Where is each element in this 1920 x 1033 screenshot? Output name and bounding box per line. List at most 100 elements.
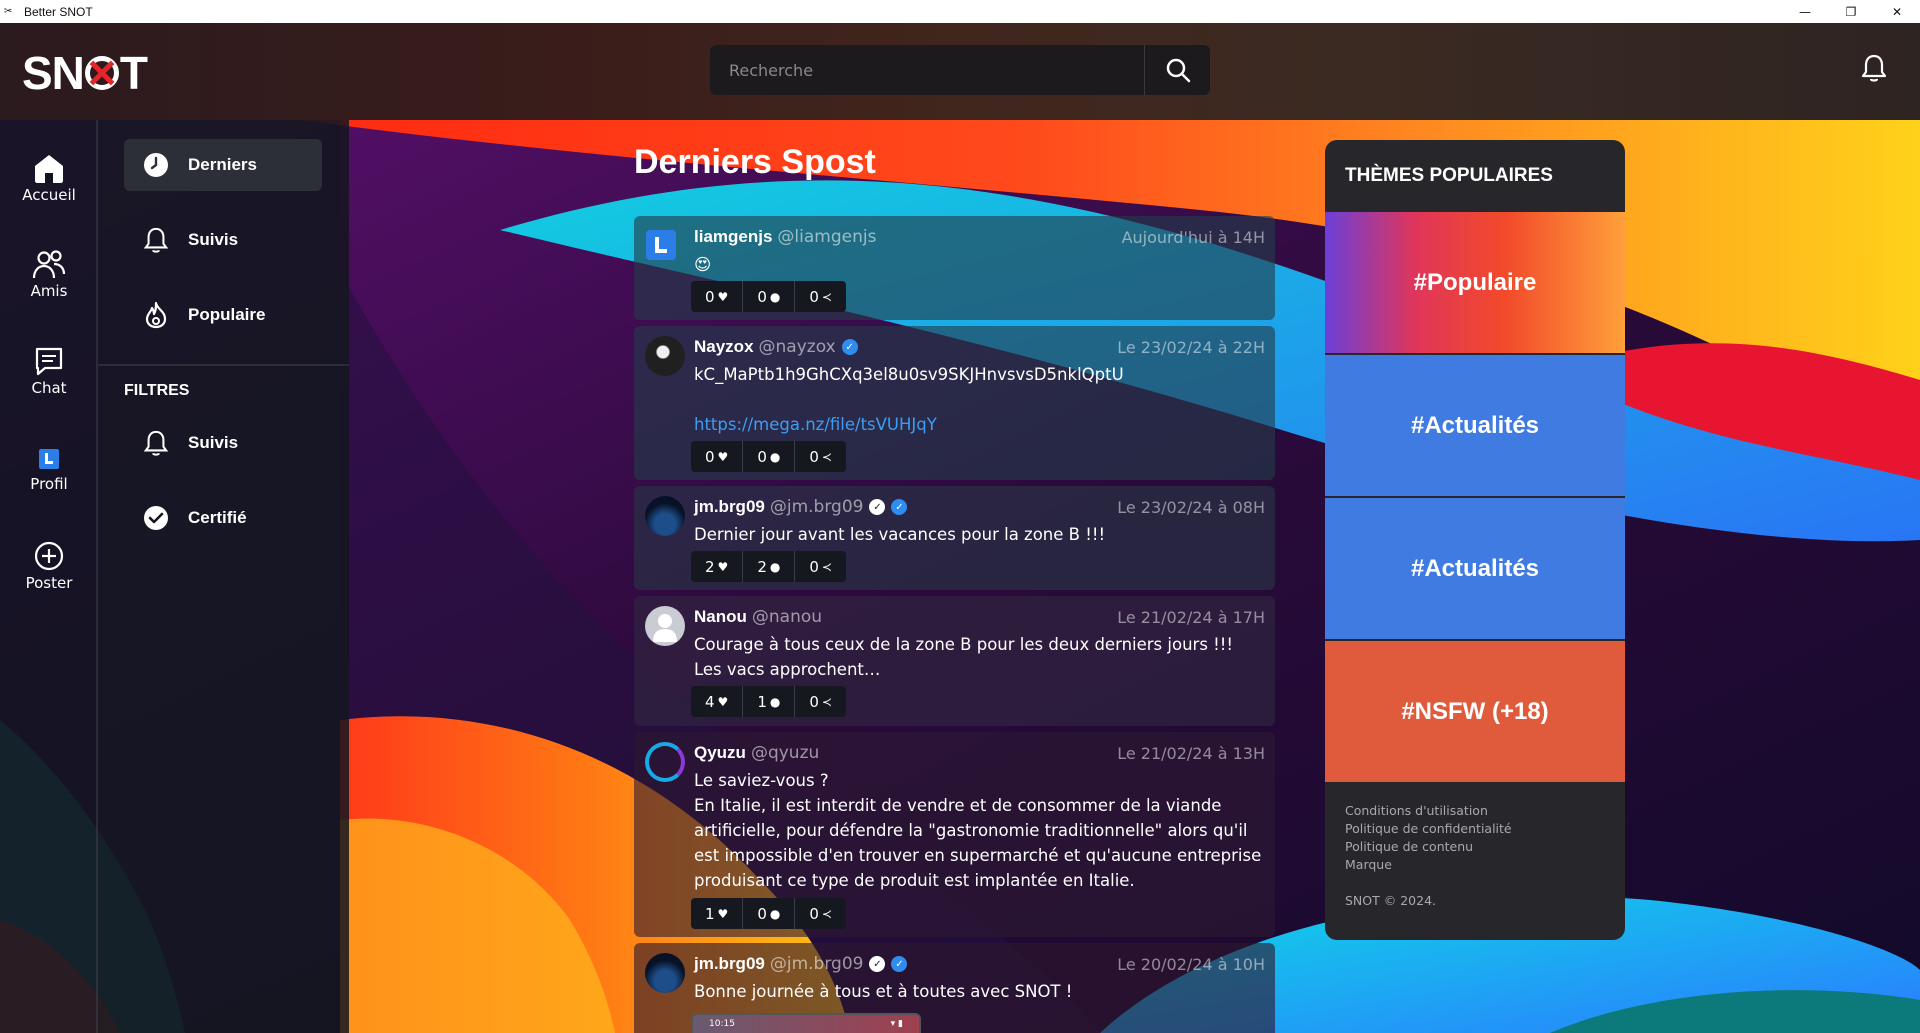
nav-item-amis[interactable]: Amis — [0, 248, 98, 300]
comment-button[interactable]: 0 ● — [743, 898, 796, 929]
search-button[interactable] — [1144, 45, 1210, 95]
post-author-name[interactable]: Nayzox — [694, 337, 754, 357]
image-status-time: 10:15 — [709, 1019, 735, 1029]
terms-link[interactable]: Conditions d'utilisation — [1345, 802, 1605, 820]
popular-themes-panel: THÈMES POPULAIRES #Populaire #Actualités… — [1325, 140, 1625, 940]
search-input[interactable] — [710, 45, 1144, 95]
logo-o-mark — [84, 56, 119, 90]
nav-label: Poster — [25, 574, 73, 592]
share-button[interactable]: 0 ≺ — [795, 686, 846, 717]
filter-item-suivis[interactable]: Suivis — [124, 417, 322, 469]
post-author-handle[interactable]: @qyuzu — [751, 743, 819, 763]
post-author-name[interactable]: jm.brg09 — [694, 954, 765, 974]
window-title: Better SNOT — [24, 4, 93, 19]
comment-button[interactable]: 0 ● — [743, 441, 796, 472]
like-count: 1 — [705, 904, 715, 923]
friends-icon — [32, 250, 66, 279]
avatar[interactable] — [645, 742, 685, 782]
nav-label: Chat — [31, 379, 67, 397]
post-date: Le 23/02/24 à 22H — [1117, 337, 1265, 357]
profile-icon — [39, 449, 59, 469]
post-actions: 2 ♥ 2 ● 0 ≺ — [691, 551, 846, 582]
nav-item-profil[interactable]: Profil — [0, 443, 98, 493]
post-body: kC_MaPtb1h9GhCXq3el8u0sv9SKJHnvsvsD5nklQ… — [694, 362, 1265, 437]
share-button[interactable]: 0 ≺ — [795, 281, 846, 312]
post-author-name[interactable]: liamgenjs — [694, 227, 772, 247]
copyright: SNOT © 2024. — [1345, 893, 1436, 908]
restore-button[interactable]: ❐ — [1828, 0, 1874, 23]
post-header: Qyuzu @qyuzu Le 21/02/24 à 13H — [694, 743, 1265, 763]
post-card[interactable]: Nayzox @nayzox ✓ Le 23/02/24 à 22H kC_Ma… — [634, 326, 1275, 480]
avatar[interactable] — [645, 496, 685, 536]
theme-tile-populaire[interactable]: #Populaire — [1325, 212, 1625, 355]
post-author-handle[interactable]: @nayzox — [759, 337, 836, 357]
post-header: liamgenjs @liamgenjs Aujourd'hui à 14H — [694, 227, 1265, 247]
footer-links: Conditions d'utilisation Politique de co… — [1325, 784, 1625, 928]
heart-icon: ♥ — [717, 694, 729, 709]
like-button[interactable]: 4 ♥ — [691, 686, 744, 717]
content-policy-link[interactable]: Politique de contenu — [1345, 838, 1605, 856]
comment-button[interactable]: 0 ● — [743, 281, 796, 312]
share-button[interactable]: 0 ≺ — [795, 441, 846, 472]
snot-logo[interactable]: SN T — [22, 46, 148, 100]
side-item-populaire[interactable]: Populaire — [124, 289, 322, 341]
avatar[interactable] — [645, 606, 685, 646]
verified-badge-icon: ✓ — [891, 956, 908, 972]
like-button[interactable]: 2 ♥ — [691, 551, 744, 582]
home-icon — [35, 155, 63, 183]
like-button[interactable]: 1 ♥ — [691, 898, 744, 929]
post-image[interactable]: 10:15 ▾ ▮ — [691, 1013, 921, 1033]
close-button[interactable]: ✕ — [1874, 0, 1920, 23]
like-button[interactable]: 0 ♥ — [691, 441, 744, 472]
post-card[interactable]: liamgenjs @liamgenjs Aujourd'hui à 14H 😍… — [634, 216, 1275, 320]
post-author-handle[interactable]: @liamgenjs — [777, 227, 876, 247]
privacy-link[interactable]: Politique de confidentialité — [1345, 820, 1605, 838]
heart-icon: ♥ — [717, 559, 729, 574]
like-count: 2 — [705, 557, 715, 576]
like-button[interactable]: 0 ♥ — [691, 281, 744, 312]
side-item-derniers[interactable]: Derniers — [124, 139, 322, 191]
theme-tile-actualites-2[interactable]: #Actualités — [1325, 498, 1625, 641]
post-author-name[interactable]: jm.brg09 — [694, 497, 765, 517]
post-card[interactable]: jm.brg09 @jm.brg09 ✓ ✓ Le 23/02/24 à 08H… — [634, 486, 1275, 590]
themes-title: THÈMES POPULAIRES — [1345, 165, 1553, 186]
post-link[interactable]: https://mega.nz/file/tsVUHJqY — [694, 412, 1265, 437]
post-card[interactable]: jm.brg09 @jm.brg09 ✓ ✓ Le 20/02/24 à 10H… — [634, 943, 1275, 1033]
post-author-name[interactable]: Nanou — [694, 607, 747, 627]
share-count: 0 — [809, 557, 819, 576]
theme-tile-actualites[interactable]: #Actualités — [1325, 355, 1625, 498]
avatar[interactable] — [646, 230, 676, 260]
post-author-handle[interactable]: @nanou — [752, 607, 822, 627]
comment-button[interactable]: 2 ● — [743, 551, 796, 582]
post-card[interactable]: Qyuzu @qyuzu Le 21/02/24 à 13H Le saviez… — [634, 732, 1275, 937]
share-button[interactable]: 0 ≺ — [795, 898, 846, 929]
post-author-handle[interactable]: @jm.brg09 — [770, 954, 864, 974]
brand-link[interactable]: Marque — [1345, 856, 1605, 874]
nav-item-poster[interactable]: Poster — [0, 540, 98, 592]
theme-tile-nsfw[interactable]: #NSFW (+18) — [1325, 641, 1625, 784]
share-icon: ≺ — [821, 559, 832, 574]
filter-item-label: Suivis — [188, 433, 239, 452]
post-author-name[interactable]: Qyuzu — [694, 743, 746, 763]
post-date: Le 20/02/24 à 10H — [1117, 954, 1265, 974]
post-card[interactable]: Nanou @nanou Le 21/02/24 à 17H Courage à… — [634, 596, 1275, 726]
notifications-button[interactable] — [1860, 53, 1888, 87]
verified-badge-icon: ✓ — [891, 499, 908, 515]
comment-button[interactable]: 1 ● — [743, 686, 796, 717]
side-item-suivis[interactable]: Suivis — [124, 214, 322, 266]
app-header: SN T — [0, 23, 1920, 120]
post-header: jm.brg09 @jm.brg09 ✓ ✓ Le 23/02/24 à 08H — [694, 497, 1265, 517]
avatar[interactable] — [645, 336, 685, 376]
share-button[interactable]: 0 ≺ — [795, 551, 846, 582]
nav-item-accueil[interactable]: Accueil — [0, 152, 98, 204]
minimize-button[interactable]: — — [1782, 0, 1828, 23]
share-count: 0 — [809, 447, 819, 466]
feed-filter-panel: Derniers Suivis Populaire FILTRES Suivis… — [98, 120, 349, 1033]
post-author-handle[interactable]: @jm.brg09 — [770, 497, 864, 517]
app-icon: ✂ — [4, 6, 13, 17]
post-text-intro: Le saviez-vous ? — [694, 771, 829, 790]
window-controls: — ❐ ✕ — [1782, 0, 1920, 23]
filter-item-certifie[interactable]: Certifié — [124, 492, 322, 544]
avatar[interactable] — [645, 953, 685, 993]
nav-item-chat[interactable]: Chat — [0, 345, 98, 397]
